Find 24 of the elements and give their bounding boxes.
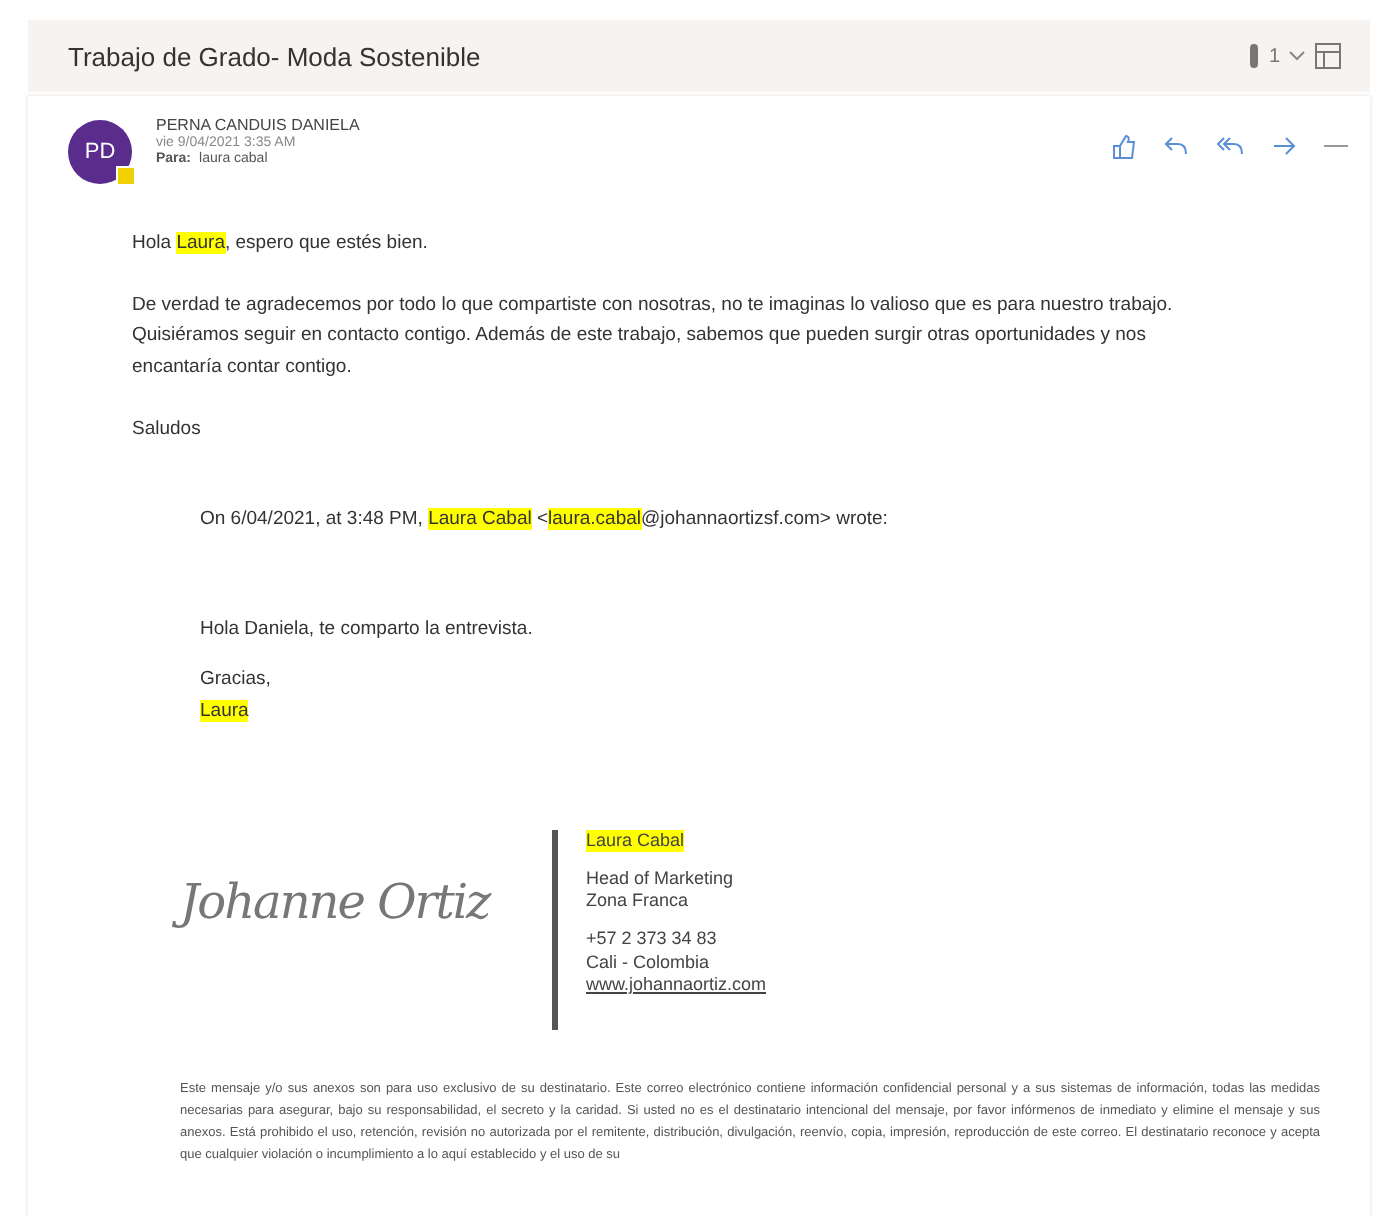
thread-count[interactable]: 1 [1268,45,1280,67]
signature-name: Laura Cabal [586,829,685,852]
body-paragraph: Saludos [132,415,203,444]
job-title: Head of Marketing [586,867,734,891]
caret-icon[interactable] [1288,50,1306,62]
city: Cali - Colombia [586,951,710,974]
quote-paragraph: Hola Daniela, te comparto la entrevista. [200,616,535,645]
body-paragraph: De verdad te agradecemos por todo lo que compartiste con nosotras, no te imaginas lo valioso que es para nuestro trabajo. Quisiéramos seguir en contacto contigo. Además de este trabajo, sabemos que pueden surgir otras oportunidades y nos encantaría contar contigo. [132,292,1175,382]
body-paragraph: Hola Laura, espero que estés bien. [132,230,430,258]
reply-all-icon[interactable] [1214,132,1246,160]
quote-paragraph: Gracias, [200,666,273,695]
company-area: Zona Franca [586,890,689,913]
status-badge [116,166,136,186]
website-link[interactable]: www.johannaortiz.com [586,973,767,997]
forward-icon[interactable] [1270,132,1298,160]
clip-icon [1248,44,1261,68]
reply-icon[interactable] [1162,132,1190,160]
phone-number: +57 2 373 34 83 [586,928,717,952]
quote-header: On 6/04/2021, at 3:48 PM, Laura Cabal <laura.cabal@johannaortizsf.com> wrote: [200,505,890,534]
window-icon[interactable] [1314,42,1342,70]
email-subject: Trabajo de Grado- Moda Sostenible [68,41,481,71]
thumbs-up-icon[interactable] [1110,132,1138,160]
avatar: PD [68,120,132,184]
sender-name: PERNA CANDUIS DANIELA [156,116,362,134]
